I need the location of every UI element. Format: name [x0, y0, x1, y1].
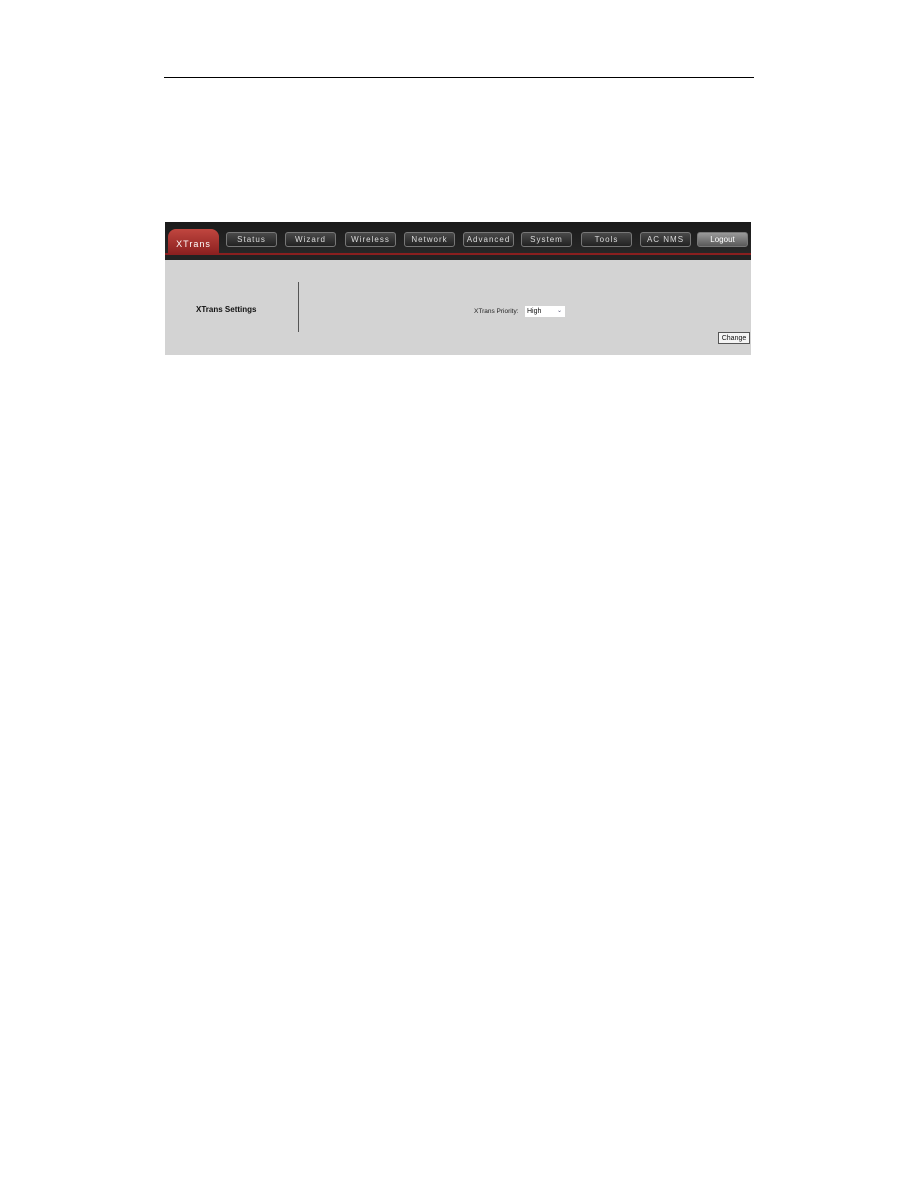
tab-wireless[interactable]: Wireless: [345, 232, 396, 247]
tab-ac-nms[interactable]: AC NMS: [640, 232, 691, 247]
nav-bottom-strip: [165, 255, 751, 260]
change-button[interactable]: Change: [718, 332, 750, 344]
tab-network[interactable]: Network: [404, 232, 455, 247]
chevron-down-icon: ⌄: [556, 308, 562, 314]
document-page: XTrans Status Wizard Wireless Network Ad…: [0, 0, 918, 1188]
tab-tools[interactable]: Tools: [581, 232, 632, 247]
router-ui-screenshot: XTrans Status Wizard Wireless Network Ad…: [165, 222, 751, 355]
priority-select[interactable]: High ⌄: [525, 306, 565, 317]
tab-xtrans[interactable]: XTrans: [168, 229, 219, 255]
logout-button[interactable]: Logout: [697, 232, 748, 247]
tab-wizard[interactable]: Wizard: [285, 232, 336, 247]
section-divider: [298, 282, 299, 332]
priority-label: XTrans Priority:: [474, 308, 519, 315]
tab-advanced[interactable]: Advanced: [463, 232, 514, 247]
tab-status[interactable]: Status: [226, 232, 277, 247]
tab-system[interactable]: System: [521, 232, 572, 247]
header-rule: [164, 77, 754, 78]
section-title: XTrans Settings: [196, 305, 257, 314]
priority-value: High: [527, 308, 542, 315]
nav-bar: XTrans Status Wizard Wireless Network Ad…: [165, 222, 751, 260]
